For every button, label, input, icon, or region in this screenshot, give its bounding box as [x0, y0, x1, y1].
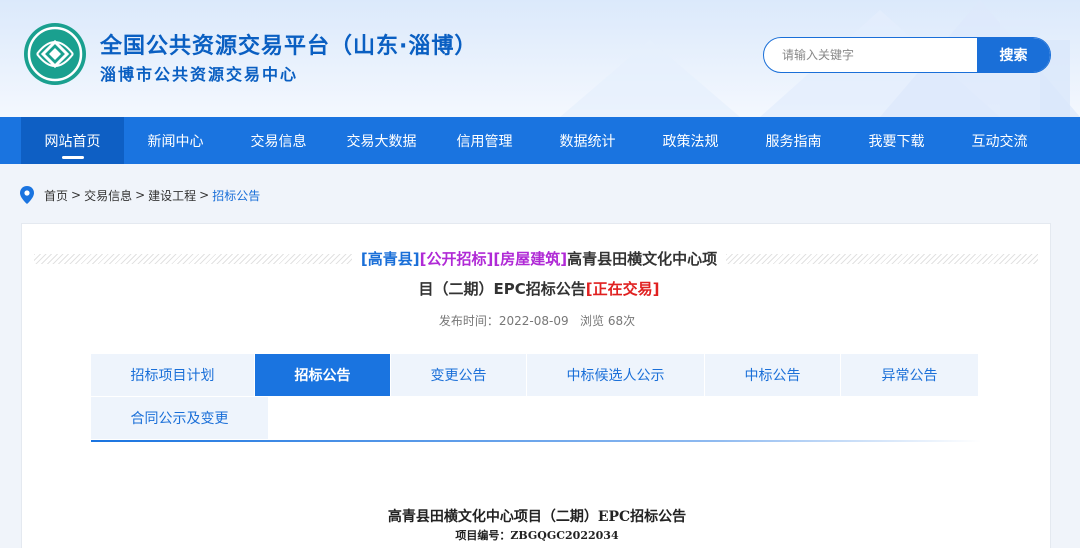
- tab-tender-notice[interactable]: 招标公告: [255, 354, 390, 396]
- platform-logo: [24, 23, 86, 85]
- breadcrumb-current[interactable]: 招标公告: [212, 187, 260, 204]
- breadcrumb-separator: >: [71, 188, 82, 202]
- nav-item-interaction[interactable]: 互动交流: [948, 117, 1051, 164]
- site-subtitle: 淄博市公共资源交易中心: [100, 65, 299, 84]
- site-title: 全国公共资源交易平台（山东·淄博）: [100, 34, 478, 59]
- tag-county: [高青县]: [360, 250, 420, 268]
- breadcrumb: 首页 > 交易信息 > 建设工程 > 招标公告: [20, 186, 260, 204]
- search-input[interactable]: [764, 38, 977, 72]
- publish-label: 发布时间：: [438, 314, 499, 328]
- site-header: 全国公共资源交易平台（山东·淄博） 淄博市公共资源交易中心 搜索: [0, 0, 1080, 117]
- tab-award-notice[interactable]: 中标公告: [705, 354, 840, 396]
- nav-item-credit[interactable]: 信用管理: [433, 117, 536, 164]
- tab-abnormal-notice[interactable]: 异常公告: [841, 354, 978, 396]
- main-nav: 网站首页 新闻中心 交易信息 交易大数据 信用管理 数据统计 政策法规 服务指南…: [0, 117, 1080, 164]
- project-code-label: 项目编号：: [455, 529, 511, 542]
- project-code: ZBGQGC2022034: [510, 529, 619, 542]
- tab-contract-notice[interactable]: 合同公示及变更: [91, 397, 268, 439]
- publish-date: 2022-08-09: [498, 314, 569, 328]
- search-box: 搜索: [763, 37, 1051, 73]
- notice-title: [高青县][公开招标][房屋建筑]高青县田横文化中心项目（二期）EPC招标公告[…: [352, 244, 726, 304]
- nav-item-news[interactable]: 新闻中心: [124, 117, 227, 164]
- tabs-underline: [91, 440, 981, 442]
- document-code: 项目编号：ZBGQGC2022034: [0, 527, 1080, 543]
- breadcrumb-home[interactable]: 首页: [44, 187, 68, 204]
- breadcrumb-trade-info[interactable]: 交易信息: [84, 187, 132, 204]
- views-count: 68次: [607, 314, 636, 328]
- nav-item-guide[interactable]: 服务指南: [742, 117, 845, 164]
- nav-item-download[interactable]: 我要下载: [845, 117, 948, 164]
- nav-item-trade-info[interactable]: 交易信息: [227, 117, 330, 164]
- breadcrumb-construction[interactable]: 建设工程: [148, 187, 196, 204]
- tab-change-notice[interactable]: 变更公告: [391, 354, 526, 396]
- location-pin-icon: [20, 186, 34, 204]
- document-title: 高青县田横文化中心项目（二期）EPC招标公告: [387, 509, 687, 525]
- status-badge: [正在交易]: [585, 280, 660, 298]
- views-label: 浏览: [580, 314, 605, 328]
- tag-method: [公开招标]: [419, 250, 494, 268]
- notice-meta: 发布时间：2022-08-09 浏览 68次: [22, 312, 1052, 329]
- tab-project-plan[interactable]: 招标项目计划: [91, 354, 254, 396]
- title-decoration-right: [726, 254, 1038, 264]
- notice-title-text-2: 目（二期）EPC招标公告: [418, 280, 586, 298]
- tab-candidate-notice[interactable]: 中标候选人公示: [527, 354, 704, 396]
- nav-item-policy[interactable]: 政策法规: [639, 117, 742, 164]
- notice-card: [高青县][公开招标][房屋建筑]高青县田横文化中心项 目（二期）EPC招标公告[…: [21, 223, 1051, 548]
- breadcrumb-separator: >: [199, 188, 210, 202]
- breadcrumb-separator: >: [135, 188, 146, 202]
- nav-item-big-data[interactable]: 交易大数据: [330, 117, 433, 164]
- nav-item-home[interactable]: 网站首页: [21, 117, 124, 164]
- title-decoration-left: [34, 254, 352, 264]
- tag-category: [房屋建筑]: [493, 250, 568, 268]
- nav-item-statistics[interactable]: 数据统计: [536, 117, 639, 164]
- search-button[interactable]: 搜索: [977, 38, 1050, 72]
- notice-title-text-1: 高青县田横文化中心项: [567, 250, 718, 268]
